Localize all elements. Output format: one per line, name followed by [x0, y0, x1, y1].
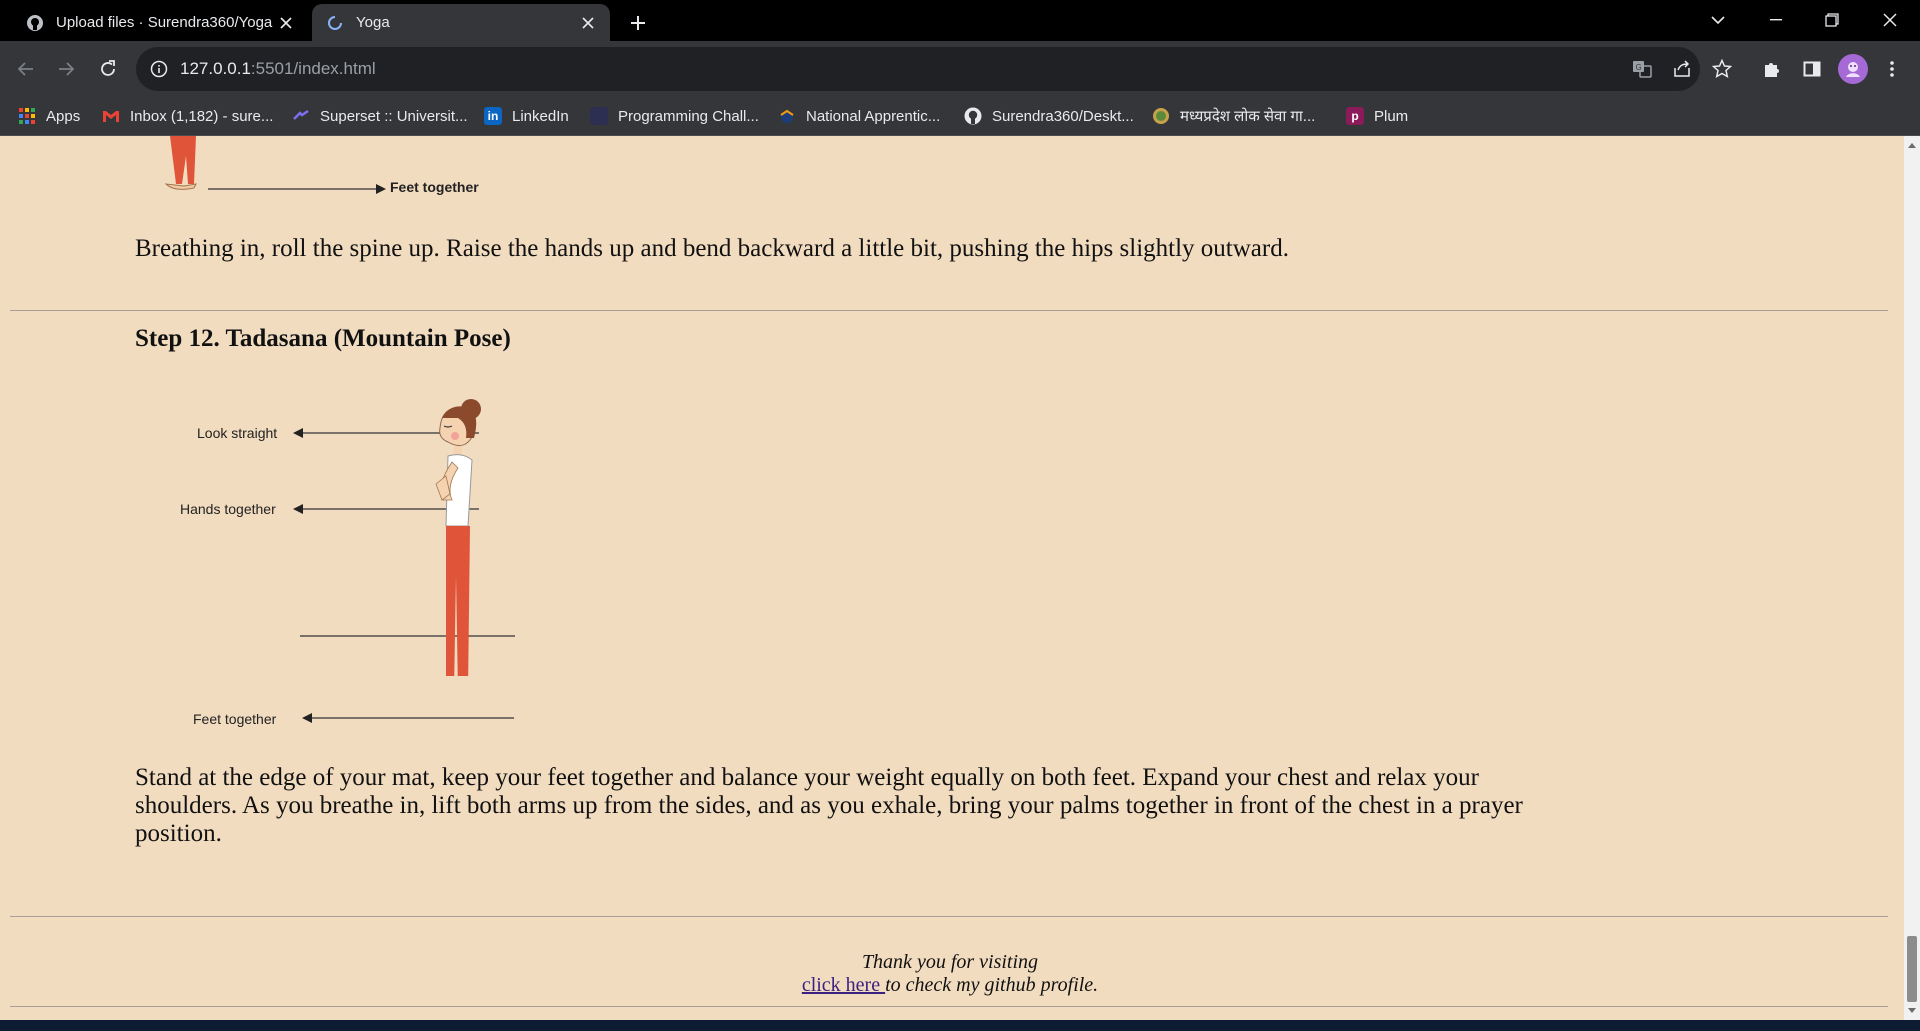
figure-label-feet: Feet together: [193, 711, 277, 727]
translate-icon[interactable]: G: [1626, 53, 1658, 85]
extensions-icon[interactable]: [1756, 53, 1788, 85]
site-info-icon[interactable]: [150, 60, 168, 78]
tab-upload-files[interactable]: Upload files · Surendra360/Yoga: [12, 4, 308, 41]
address-bar[interactable]: 127.0.0.1:5501/index.html: [136, 47, 1700, 91]
bookmark-mppsc[interactable]: मध्यप्रदेश लोक सेवा गा...: [1152, 105, 1315, 127]
close-tab-icon[interactable]: [576, 11, 600, 35]
profile-avatar[interactable]: [1838, 54, 1868, 84]
step-title: Step 12. Tadasana (Mountain Pose): [135, 325, 511, 352]
bookmark-star-icon[interactable]: [1706, 53, 1738, 85]
bookmark-plum[interactable]: p Plum: [1346, 105, 1408, 127]
bookmark-gmail[interactable]: Inbox (1,182) - sure...: [102, 105, 273, 127]
gmail-icon: [102, 107, 120, 125]
tab-strip: Upload files · Surendra360/Yoga Yoga: [0, 0, 1920, 41]
bookmark-label: Programming Chall...: [618, 107, 759, 125]
browser-toolbar: 127.0.0.1:5501/index.html G: [0, 41, 1920, 97]
figure-label-look: Look straight: [197, 425, 278, 441]
svg-text:G: G: [1636, 63, 1642, 72]
new-tab-button[interactable]: [624, 9, 652, 37]
tab-search-icon[interactable]: [1690, 0, 1746, 40]
github-icon: [964, 107, 982, 125]
bookmark-label: Superset :: Universit...: [320, 107, 468, 125]
footer-link-suffix: to check my github profile.: [885, 974, 1099, 996]
bookmark-github[interactable]: Surendra360/Deskt...: [964, 105, 1134, 127]
side-panel-icon[interactable]: [1796, 53, 1828, 85]
loading-spinner-icon: [326, 14, 344, 32]
apprentice-icon: [778, 107, 796, 125]
bookmark-label: मध्यप्रदेश लोक सेवा गा...: [1180, 108, 1316, 125]
url-text: 127.0.0.1:5501/index.html: [180, 59, 376, 78]
menu-kebab-icon[interactable]: [1876, 53, 1908, 85]
tab-title: Upload files · Surendra360/Yoga: [56, 14, 273, 31]
restore-button[interactable]: [1804, 0, 1860, 40]
apps-grid-icon: [18, 107, 36, 125]
linkedin-icon: in: [484, 107, 502, 125]
page-viewport: Feet together Breathing in, roll the spi…: [0, 136, 1904, 1020]
bookmarks-bar: Apps Inbox (1,182) - sure... Superset ::…: [0, 97, 1920, 136]
bookmark-label: Inbox (1,182) - sure...: [130, 107, 274, 125]
share-icon[interactable]: [1666, 53, 1698, 85]
minimize-button[interactable]: [1748, 0, 1804, 40]
bookmark-label: LinkedIn: [512, 107, 569, 125]
github-icon: [26, 14, 44, 32]
tab-title: Yoga: [356, 14, 390, 31]
section-divider: [10, 310, 1888, 311]
close-tab-icon[interactable]: [274, 11, 298, 35]
prev-step-illustration: [164, 136, 386, 194]
bookmark-linkedin[interactable]: in LinkedIn: [484, 105, 569, 127]
superset-icon: [292, 107, 310, 125]
mp-seal-icon: [1152, 107, 1170, 125]
bookmark-label: Surendra360/Deskt...: [992, 107, 1134, 125]
bookmark-superset[interactable]: Superset :: Universit...: [292, 105, 468, 127]
footer-divider: [10, 1006, 1888, 1007]
github-profile-link[interactable]: click here: [802, 974, 885, 996]
bookmark-label: Apps: [46, 107, 81, 125]
step-description: Stand at the edge of your mat, keep your…: [135, 764, 1523, 847]
tab-yoga[interactable]: Yoga: [312, 4, 610, 41]
scroll-down-icon[interactable]: [1908, 1006, 1916, 1014]
bookmark-apps[interactable]: Apps: [18, 105, 80, 127]
back-button[interactable]: [10, 53, 42, 85]
scrollbar-thumb[interactable]: [1907, 936, 1917, 1002]
feet-arrow: [302, 713, 514, 723]
close-window-button[interactable]: [1862, 0, 1918, 40]
bookmark-label: National Apprentic...: [806, 107, 941, 125]
os-taskbar: [0, 1020, 1920, 1031]
footer-github-line: click here to check my github profile.: [0, 974, 1900, 997]
bookmark-programming[interactable]: Programming Chall...: [590, 105, 759, 127]
scroll-up-icon[interactable]: [1908, 142, 1916, 150]
footer-thanks: Thank you for visiting: [861, 951, 1039, 973]
tadasana-illustration: [293, 399, 515, 676]
bookmark-national-apprentice[interactable]: National Apprentic...: [778, 105, 940, 127]
prev-step-description: Breathing in, roll the spine up. Raise t…: [135, 235, 1289, 262]
reload-button[interactable]: [92, 53, 124, 85]
forward-button[interactable]: [50, 53, 82, 85]
page-scrollbar[interactable]: [1904, 136, 1920, 1020]
section-divider: [10, 916, 1888, 917]
prev-figure-label-feet: Feet together: [390, 179, 479, 195]
challenge-icon: [590, 107, 608, 125]
figure-label-hands: Hands together: [180, 501, 276, 517]
bookmark-label: Plum: [1374, 107, 1409, 125]
plum-icon: p: [1346, 107, 1364, 125]
